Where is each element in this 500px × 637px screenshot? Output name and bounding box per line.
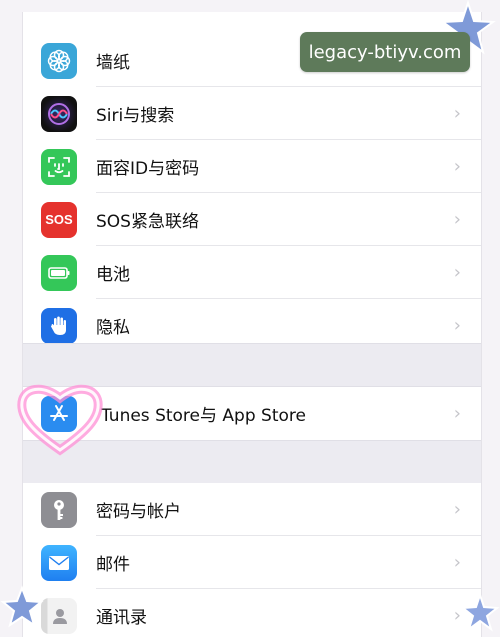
chevron-right-icon: ›: [453, 262, 461, 283]
contacts-row[interactable]: 通讯录 ›: [23, 589, 481, 637]
sos-icon-text: SOS: [45, 212, 73, 227]
mail-label: 邮件: [96, 555, 130, 575]
chevron-right-icon: ›: [453, 315, 461, 336]
battery-icon: [41, 254, 77, 291]
chevron-right-icon: ›: [453, 103, 461, 124]
siri-row[interactable]: Siri与搜索 ›: [23, 87, 481, 140]
face-id-icon: [41, 148, 77, 185]
battery-row[interactable]: 电池 ›: [23, 246, 481, 299]
sos-icon: SOS: [41, 201, 77, 238]
chevron-right-icon: ›: [453, 156, 461, 177]
appstore-label: Tunes Store与 App Store: [101, 406, 306, 426]
star-sticker-icon: [460, 592, 500, 632]
sos-label: SOS紧急联络: [96, 212, 199, 232]
watermark-badge: legacy-btiyv.com: [300, 32, 470, 72]
star-sticker-icon: [0, 585, 44, 628]
flower-icon: [41, 42, 77, 79]
hand-icon: [41, 307, 77, 344]
key-icon: [41, 491, 77, 528]
contacts-icon: [41, 597, 77, 634]
privacy-label: 隐私: [96, 318, 130, 338]
passwords-label: 密码与帐户: [96, 502, 181, 522]
faceid-row[interactable]: 面容ID与密码 ›: [23, 140, 481, 193]
settings-list: 墙纸 Siri与搜索 › 面容ID与密码 › SOS SOS紧急联络 › 电池 …: [22, 12, 482, 637]
siri-icon: [41, 95, 77, 132]
battery-label: 电池: [96, 265, 130, 285]
mail-row[interactable]: 邮件 ›: [23, 536, 481, 589]
envelope-icon: [41, 544, 77, 581]
chevron-right-icon: ›: [453, 499, 461, 520]
contacts-label: 通讯录: [96, 608, 147, 628]
chevron-right-icon: ›: [453, 209, 461, 230]
sos-row[interactable]: SOS SOS紧急联络 ›: [23, 193, 481, 246]
wallpaper-label: 墙纸: [96, 53, 130, 73]
faceid-label: 面容ID与密码: [96, 159, 200, 179]
chevron-right-icon: ›: [453, 552, 461, 573]
passwords-row[interactable]: 密码与帐户 ›: [23, 483, 481, 536]
siri-label: Siri与搜索: [96, 106, 175, 126]
heart-sticker-icon: [17, 384, 103, 456]
chevron-right-icon: ›: [453, 403, 461, 424]
